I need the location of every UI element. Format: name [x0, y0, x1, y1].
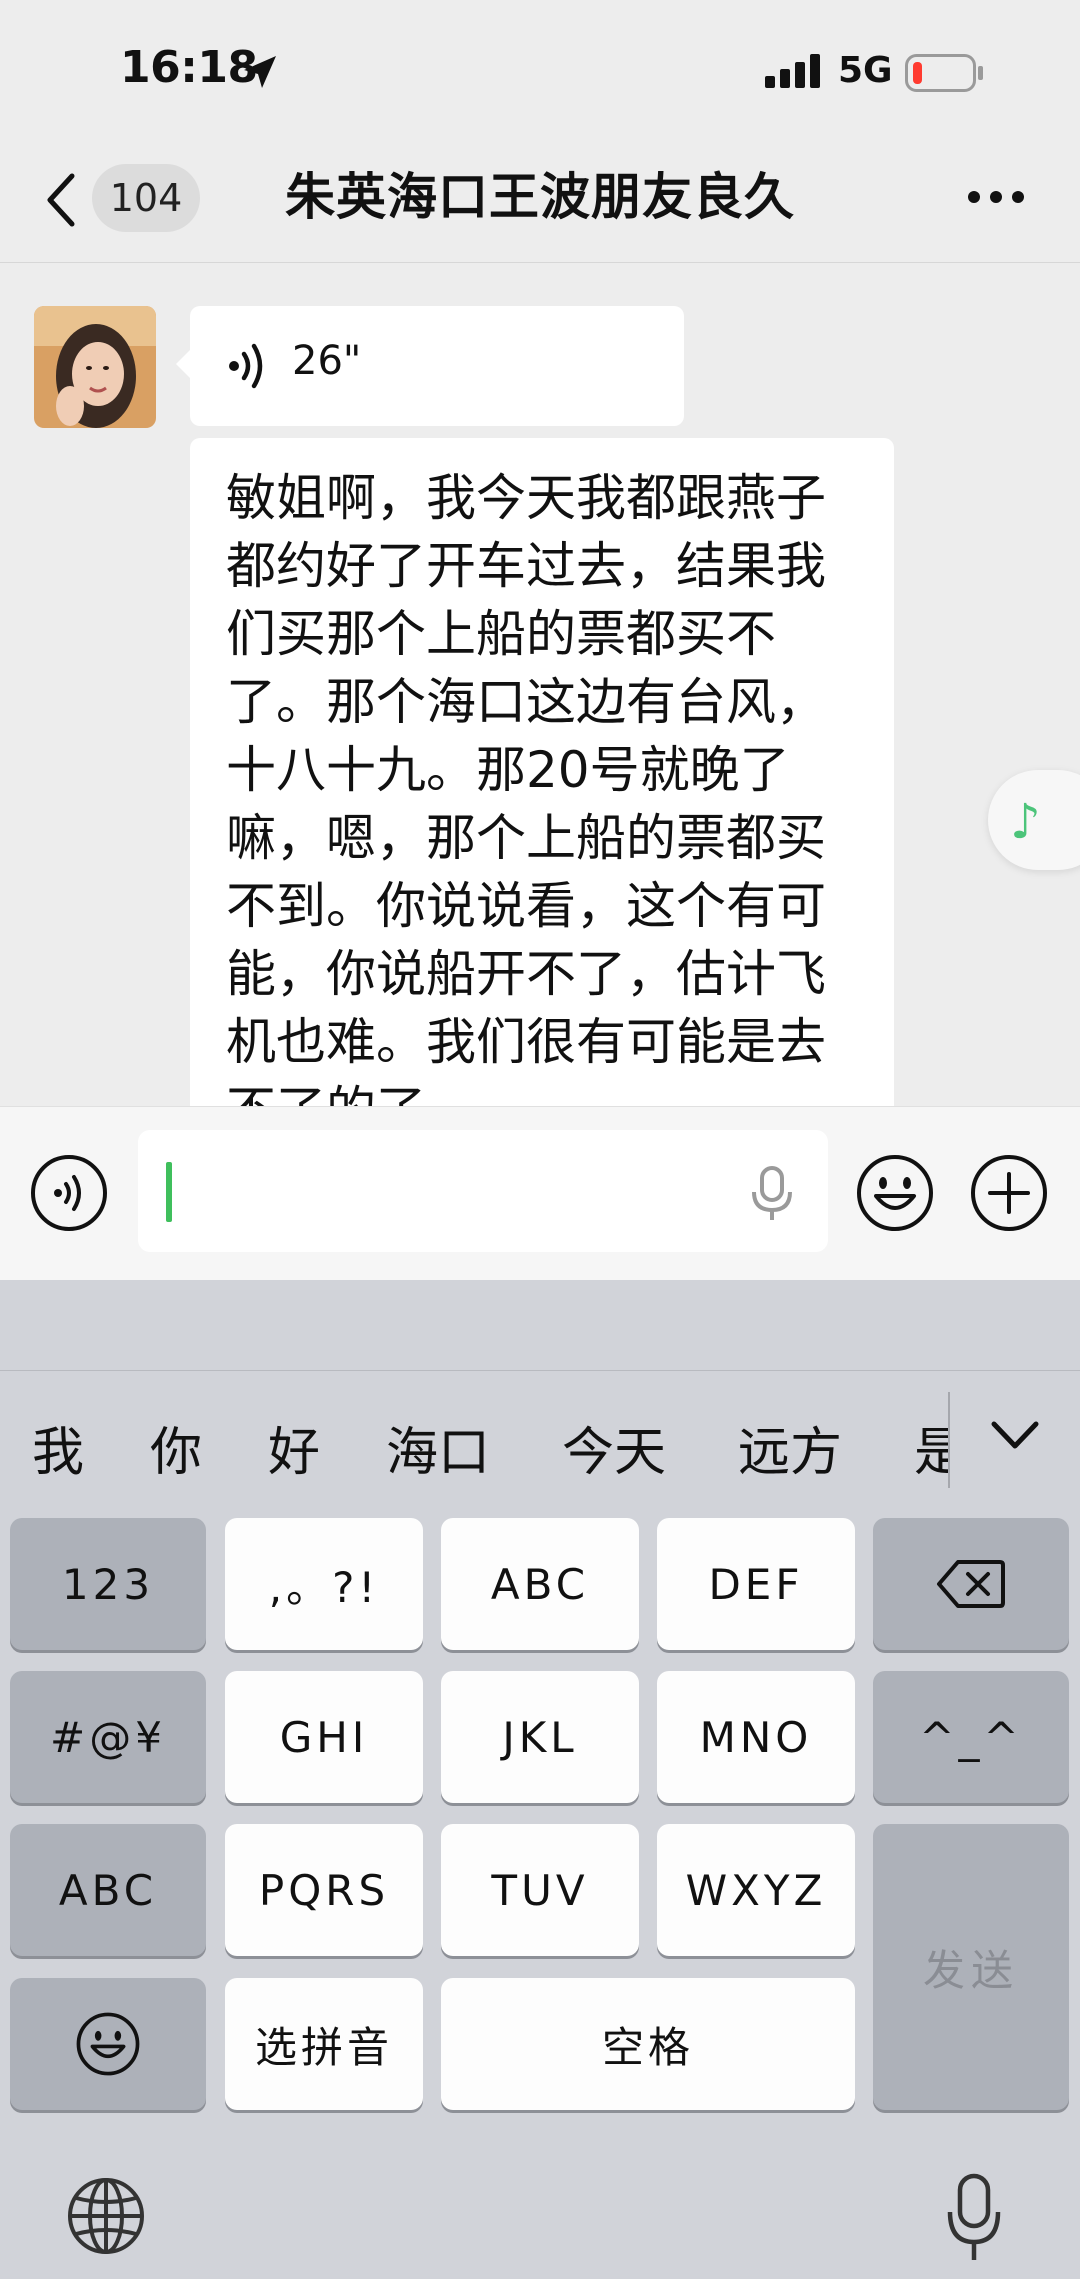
voice-input-toggle-button[interactable] [30, 1154, 108, 1232]
key-symbols[interactable]: #@¥ [10, 1671, 206, 1803]
candidate-word[interactable]: 好 [268, 1410, 320, 1485]
key-pqrs[interactable]: PQRS [225, 1824, 423, 1956]
smiley-icon [76, 2012, 140, 2076]
microphone-icon [947, 2173, 1001, 2260]
voice-toggle-icon [31, 1155, 107, 1231]
more-button[interactable] [966, 182, 1026, 212]
battery-icon [905, 54, 985, 96]
key-wxyz[interactable]: WXYZ [657, 1824, 855, 1956]
candidate-word[interactable]: 远方 [738, 1410, 842, 1485]
key-ghi[interactable]: GHI [225, 1671, 423, 1803]
key-def[interactable]: DEF [657, 1518, 855, 1650]
globe-icon [68, 2178, 144, 2254]
voice-wave-icon [226, 340, 270, 396]
space-key[interactable]: 空格 [441, 1978, 855, 2110]
backspace-icon [937, 1560, 1005, 1608]
transcription-bubble[interactable]: 敏姐啊，我今天我都跟燕子都约好了开车过去，结果我们买那个上船的票都买不了。那个海… [190, 438, 894, 1118]
status-time: 16:18 [120, 42, 258, 93]
transcription-text: 敏姐啊，我今天我都跟燕子都约好了开车过去，结果我们买那个上船的票都买不了。那个海… [226, 469, 826, 1118]
globe-keyboard-switch-button[interactable] [66, 2176, 146, 2256]
voice-to-text-mic-icon[interactable] [750, 1166, 794, 1226]
emoji-button[interactable] [856, 1154, 934, 1232]
candidate-divider [948, 1392, 950, 1488]
more-functions-button[interactable] [970, 1154, 1048, 1232]
location-arrow-icon [240, 52, 280, 96]
chevron-down-icon [991, 1421, 1039, 1449]
candidate-word[interactable]: 我 [32, 1410, 84, 1485]
voice-duration: 26" [292, 338, 362, 384]
cellular-signal-icon [765, 54, 823, 92]
plus-circle-icon [971, 1155, 1047, 1231]
candidate-word[interactable]: 今天 [562, 1410, 666, 1485]
candidate-word-partial[interactable]: 是 [914, 1410, 948, 1485]
backspace-key[interactable] [873, 1518, 1069, 1650]
message-input[interactable] [138, 1130, 828, 1252]
more-dots-icon [968, 191, 1024, 203]
network-type-label: 5G [838, 50, 893, 91]
expand-candidates-button[interactable] [990, 1418, 1040, 1454]
music-note-icon: ♪ [1010, 794, 1041, 850]
sender-avatar[interactable] [34, 306, 156, 428]
key-123[interactable]: 123 [10, 1518, 206, 1650]
key-tuv[interactable]: TUV [441, 1824, 639, 1956]
candidate-word[interactable]: 海口 [386, 1410, 490, 1485]
candidate-word[interactable]: 你 [150, 1410, 202, 1485]
chat-title: 朱英海口王波朋友良久 [285, 168, 795, 226]
text-cursor [166, 1162, 172, 1222]
smiley-icon [857, 1155, 933, 1231]
key-kaomoji[interactable]: ^_^ [873, 1671, 1069, 1803]
key-mno[interactable]: MNO [657, 1671, 855, 1803]
dictation-mic-button[interactable] [946, 2172, 1002, 2264]
key-jkl[interactable]: JKL [441, 1671, 639, 1803]
key-abc[interactable]: ABC [441, 1518, 639, 1650]
key-punctuation[interactable]: ,。?! [225, 1518, 423, 1650]
send-key[interactable]: 发送 [873, 1824, 1069, 2110]
key-select-pinyin[interactable]: 选拼音 [225, 1978, 423, 2110]
emoji-key[interactable] [10, 1978, 206, 2110]
key-abc-switch[interactable]: ABC [10, 1824, 206, 1956]
